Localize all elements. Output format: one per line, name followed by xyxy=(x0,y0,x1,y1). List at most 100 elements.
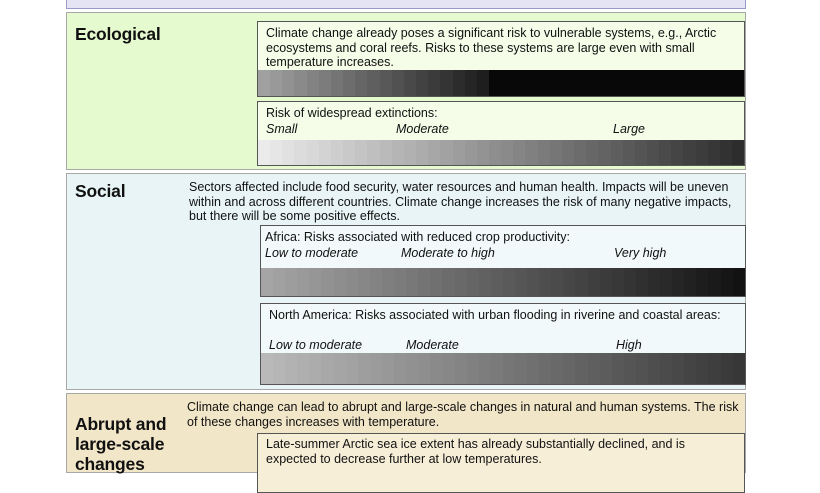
bar-segment xyxy=(394,268,407,296)
bar-segment xyxy=(732,140,745,165)
bar-segment xyxy=(430,268,443,296)
bar-segment xyxy=(551,268,564,296)
bar-segment xyxy=(285,268,298,296)
bar-segment xyxy=(406,353,419,384)
bar-segment xyxy=(270,70,283,96)
bar-segment xyxy=(258,70,271,96)
bar-segment xyxy=(696,353,709,384)
bar-segment xyxy=(343,140,356,165)
bar-segment xyxy=(355,70,368,96)
africa-risk-title: Africa: Risks associated with reduced cr… xyxy=(265,230,570,244)
bar-segment xyxy=(708,353,721,384)
bar-segment xyxy=(684,353,697,384)
bar-segment xyxy=(611,268,624,296)
bar-segment xyxy=(671,70,684,96)
africa-scale: Low to moderate Moderate to high Very hi… xyxy=(265,246,739,260)
bar-segment xyxy=(294,70,307,96)
bar-segment xyxy=(660,353,673,384)
bar-segment xyxy=(513,140,526,165)
bar-segment xyxy=(476,70,489,96)
bar-segment xyxy=(587,353,600,384)
bar-segment xyxy=(464,70,477,96)
bar-segment xyxy=(403,140,417,165)
bar-segment xyxy=(719,70,733,96)
bar-segment xyxy=(488,140,502,165)
bar-segment xyxy=(297,268,310,296)
bar-segment xyxy=(525,140,538,165)
north-america-risk-bar xyxy=(261,353,745,384)
bar-segment xyxy=(369,268,382,296)
bar-segment xyxy=(367,140,380,165)
bar-segment xyxy=(369,353,382,384)
bar-segment xyxy=(478,353,491,384)
bar-segment xyxy=(501,70,514,96)
previous-panel-strip xyxy=(66,0,746,9)
scale-label-small: Small xyxy=(266,122,298,136)
bar-segment xyxy=(537,70,550,96)
bar-segment xyxy=(318,140,331,165)
bar-segment xyxy=(502,353,515,384)
bar-segment xyxy=(684,268,697,296)
bar-segment xyxy=(309,268,322,296)
bar-segment xyxy=(696,268,709,296)
bar-segment xyxy=(707,140,720,165)
bar-segment xyxy=(442,353,455,384)
bar-segment xyxy=(719,140,733,165)
bar-segment xyxy=(622,140,635,165)
ecological-risk-text: Climate change already poses a significa… xyxy=(266,26,717,70)
scale-label-moderate: Moderate xyxy=(406,338,459,352)
bar-segment xyxy=(321,268,334,296)
bar-segment xyxy=(513,70,526,96)
bar-segment xyxy=(574,140,587,165)
bar-segment xyxy=(623,353,636,384)
bar-segment xyxy=(648,268,661,296)
bar-segment xyxy=(333,268,346,296)
bar-segment xyxy=(514,353,528,384)
scale-label-low-to-moderate: Low to moderate xyxy=(269,338,363,352)
bar-segment xyxy=(306,70,319,96)
bar-segment xyxy=(561,70,575,96)
bar-segment xyxy=(623,268,636,296)
bar-segment xyxy=(357,268,370,296)
bar-segment xyxy=(527,353,540,384)
bar-segment xyxy=(379,140,392,165)
bar-segment xyxy=(610,70,623,96)
bar-segment xyxy=(502,268,515,296)
bar-segment xyxy=(454,268,467,296)
bar-segment xyxy=(343,70,356,96)
north-america-scale: Low to moderate Moderate High xyxy=(269,338,739,352)
bar-segment xyxy=(476,140,489,165)
arctic-sea-ice-box: Late-summer Arctic sea ice extent has al… xyxy=(257,433,745,493)
bar-segment xyxy=(294,140,307,165)
bar-segment xyxy=(318,70,331,96)
bar-segment xyxy=(270,140,283,165)
bar-segment xyxy=(282,140,295,165)
bar-segment xyxy=(428,70,441,96)
bar-segment xyxy=(647,140,660,165)
bar-segment xyxy=(635,268,648,296)
bar-segment xyxy=(708,268,721,296)
bar-segment xyxy=(598,140,611,165)
bar-segment xyxy=(634,140,647,165)
bar-segment xyxy=(549,70,562,96)
abrupt-changes-panel: Abrupt and large-scale changes Climate c… xyxy=(66,393,746,493)
bar-segment xyxy=(452,70,465,96)
bar-segment xyxy=(403,70,417,96)
bar-segment xyxy=(683,140,696,165)
social-heading: Social xyxy=(75,181,126,201)
bar-segment xyxy=(297,353,310,384)
bar-segment xyxy=(551,353,564,384)
bar-segment xyxy=(659,140,672,165)
bar-segment xyxy=(464,140,477,165)
bar-segment xyxy=(285,353,298,384)
bar-segment xyxy=(598,70,611,96)
bar-segment xyxy=(258,140,271,165)
bar-segment xyxy=(732,70,745,96)
africa-risk-box: Africa: Risks associated with reduced cr… xyxy=(260,225,746,297)
extinction-scale: Small Moderate Large xyxy=(266,122,738,136)
bar-segment xyxy=(732,268,745,296)
extinction-risk-bar xyxy=(258,140,745,165)
bar-segment xyxy=(683,70,696,96)
bar-segment xyxy=(635,353,648,384)
bar-segment xyxy=(549,140,562,165)
